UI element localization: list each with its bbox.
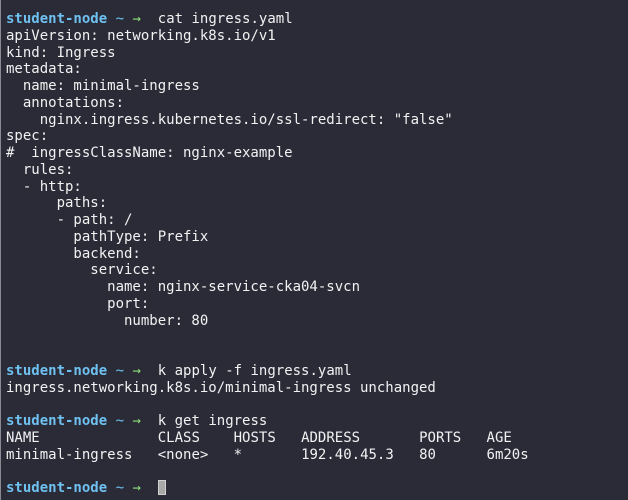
output-line: nginx.ingress.kubernetes.io/ssl-redirect… bbox=[6, 111, 453, 128]
cell-ports: 80 bbox=[419, 446, 436, 463]
output-line: spec: bbox=[6, 128, 49, 145]
command-text: k get ingress bbox=[157, 413, 268, 429]
cursor bbox=[157, 480, 166, 495]
column-header-ports: PORTS bbox=[419, 429, 462, 446]
output-line: annotations: bbox=[6, 94, 125, 111]
cell-address: 192.40.45.3 bbox=[301, 446, 394, 463]
prompt-directory: ~ bbox=[115, 11, 125, 27]
output-line: service: bbox=[6, 262, 158, 279]
terminal-window[interactable]: student-node ~ → cat ingress.yaml apiVers… bbox=[0, 0, 628, 500]
column-header-age: AGE bbox=[486, 429, 512, 446]
column-header-name: NAME bbox=[6, 429, 40, 446]
current-prompt-line: student-node ~ → bbox=[6, 480, 628, 497]
output-line: rules: bbox=[6, 161, 74, 178]
output-line: ingress.networking.k8s.io/minimal-ingres… bbox=[6, 379, 436, 396]
table-header-row: NAME CLASS HOSTS ADDRESS PORTS AGE bbox=[6, 430, 628, 447]
output-line: port: bbox=[6, 295, 150, 312]
command-text: cat ingress.yaml bbox=[157, 11, 293, 27]
output-line: metadata: bbox=[6, 61, 82, 78]
cell-age: 6m20s bbox=[486, 446, 529, 463]
prompt-user: student-node bbox=[6, 362, 108, 379]
output-line: - path: / bbox=[6, 212, 133, 228]
cell-name: minimal-ingress bbox=[6, 446, 133, 463]
prompt-directory: ~ bbox=[115, 480, 125, 496]
output-line: kind: Ingress bbox=[6, 44, 116, 61]
prompt-user: student-node bbox=[6, 11, 108, 27]
output-line: # ingressClassName: nginx-example bbox=[6, 145, 293, 161]
output-line: - http: bbox=[6, 178, 82, 195]
prompt-line: student-node ~ → cat ingress.yaml bbox=[6, 11, 628, 28]
output-line: paths: bbox=[6, 195, 108, 212]
output-line: backend: bbox=[6, 245, 141, 262]
column-header-address: ADDRESS bbox=[301, 429, 361, 446]
prompt-directory: ~ bbox=[115, 413, 125, 429]
output-line: pathType: Prefix bbox=[6, 228, 209, 245]
prompt-arrow-icon: → bbox=[132, 362, 141, 379]
output-line: name: nginx-service-cka04-svcn bbox=[6, 279, 361, 295]
table-row: minimal-ingress <none> * 192.40.45.3 80 … bbox=[6, 447, 628, 464]
prompt-arrow-icon: → bbox=[132, 413, 141, 429]
prompt-user: student-node bbox=[6, 413, 108, 429]
column-header-hosts: HOSTS bbox=[233, 429, 276, 446]
column-header-class: CLASS bbox=[157, 429, 200, 446]
prompt-line: student-node ~ → k get ingress bbox=[6, 413, 628, 430]
prompt-line: student-node ~ → k apply -f ingress.yaml bbox=[6, 363, 628, 380]
prompt-user: student-node bbox=[6, 480, 108, 496]
prompt-directory: ~ bbox=[115, 362, 125, 379]
cell-hosts: * bbox=[233, 446, 243, 463]
output-line: number: 80 bbox=[6, 312, 209, 329]
command-text: k apply -f ingress.yaml bbox=[157, 362, 352, 379]
output-line: name: minimal-ingress bbox=[6, 78, 200, 94]
cell-class: <none> bbox=[157, 446, 209, 463]
prompt-arrow-icon: → bbox=[132, 11, 141, 27]
output-line: apiVersion: networking.k8s.io/v1 bbox=[6, 27, 276, 44]
prompt-arrow-icon: → bbox=[132, 480, 141, 496]
